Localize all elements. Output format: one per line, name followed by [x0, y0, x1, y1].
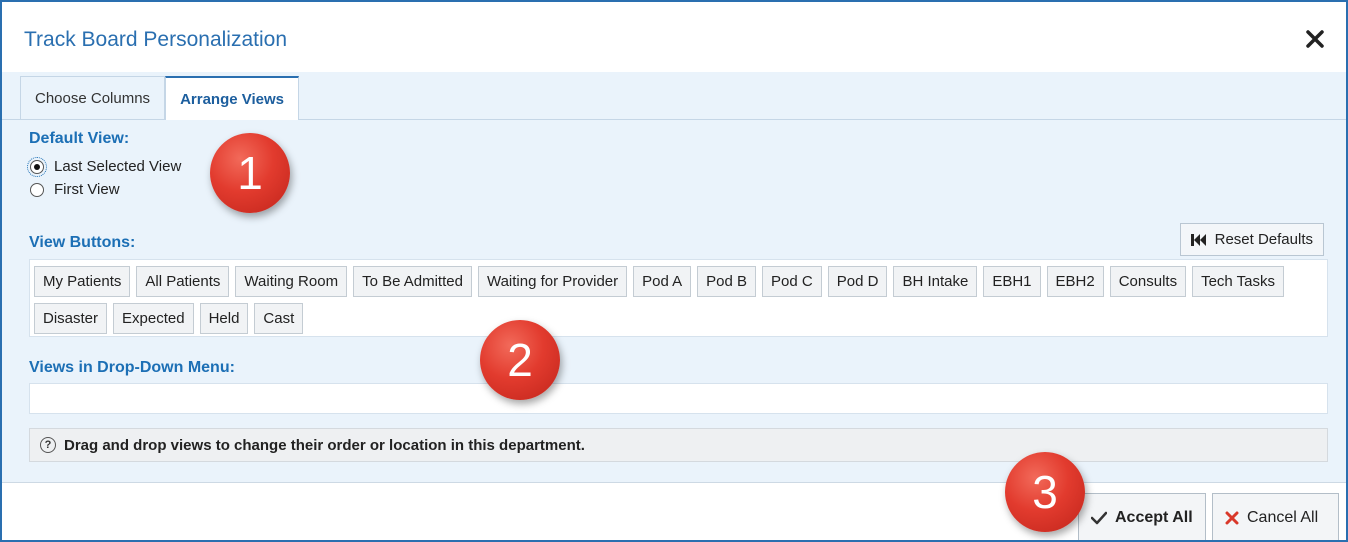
view-button-chip[interactable]: BH Intake [893, 266, 978, 297]
radio-last-selected-view[interactable]: Last Selected View [27, 156, 182, 177]
view-button-chip[interactable]: Tech Tasks [1192, 266, 1284, 297]
dropdown-menu-label: Views in Drop-Down Menu: [29, 359, 235, 376]
checkmark-icon [1091, 511, 1107, 524]
view-button-chip[interactable]: Waiting Room [235, 266, 348, 297]
view-button-chip[interactable]: Pod D [827, 266, 888, 297]
view-button-chip[interactable]: EBH2 [1046, 266, 1104, 297]
radio-label: Last Selected View [54, 158, 182, 175]
view-button-chip[interactable]: My Patients [34, 266, 131, 297]
dialog-titlebar: Track Board Personalization [2, 2, 1346, 72]
dialog-title: Track Board Personalization [24, 28, 288, 51]
reset-defaults-label: Reset Defaults [1214, 231, 1313, 248]
tab-bar: Choose Columns Arrange Views [20, 76, 300, 120]
hint-text: Drag and drop views to change their orde… [64, 436, 585, 454]
help-icon: ? [40, 437, 56, 453]
view-buttons-area[interactable]: My Patients All Patients Waiting Room To Be… [29, 259, 1328, 337]
callout-badge-1: 1 [210, 133, 290, 213]
cancel-x-icon [1225, 511, 1239, 524]
view-button-chip[interactable]: Consults [1109, 266, 1187, 297]
dialog-body: Choose Columns Arrange Views Default Vie… [2, 72, 1346, 482]
view-button-chip[interactable]: To Be Admitted [353, 266, 472, 297]
close-icon[interactable] [1302, 26, 1328, 52]
personalization-dialog: Track Board Personalization Choose Colum… [0, 0, 1348, 542]
dropdown-views-area[interactable] [29, 383, 1328, 414]
view-button-chip[interactable]: Cast [254, 303, 304, 334]
cancel-all-label: Cancel All [1247, 508, 1319, 526]
radio-label: First View [54, 181, 120, 198]
accept-all-button[interactable]: Accept All [1078, 493, 1206, 540]
view-button-chip[interactable]: Expected [113, 303, 194, 334]
skip-back-icon [1190, 233, 1206, 246]
tab-arrange-views[interactable]: Arrange Views [165, 76, 300, 120]
view-button-chip[interactable]: Disaster [34, 303, 108, 334]
radio-button[interactable] [30, 182, 44, 197]
view-button-chip[interactable]: Pod B [697, 266, 757, 297]
radio-first-view[interactable]: First View [30, 181, 120, 198]
dialog-footer: Accept All Cancel All [2, 482, 1346, 540]
tab-choose-columns[interactable]: Choose Columns [20, 76, 166, 119]
view-button-chip[interactable]: Pod A [633, 266, 692, 297]
view-button-chip[interactable]: Held [199, 303, 249, 334]
cancel-all-button[interactable]: Cancel All [1212, 493, 1339, 540]
view-button-chip[interactable]: Pod C [762, 266, 822, 297]
reset-defaults-button[interactable]: Reset Defaults [1179, 223, 1324, 256]
callout-badge-2: 2 [480, 320, 560, 400]
hint-bar: ? Drag and drop views to change their or… [29, 428, 1328, 462]
view-button-chip[interactable]: All Patients [136, 266, 230, 297]
view-button-chip[interactable]: EBH1 [983, 266, 1041, 297]
accept-all-label: Accept All [1115, 508, 1193, 526]
default-view-label: Default View: [29, 130, 130, 147]
radio-button-checked[interactable] [27, 156, 47, 177]
view-buttons-label: View Buttons: [29, 234, 136, 251]
view-button-chip[interactable]: Waiting for Provider [477, 266, 628, 297]
callout-badge-3: 3 [1005, 452, 1085, 532]
